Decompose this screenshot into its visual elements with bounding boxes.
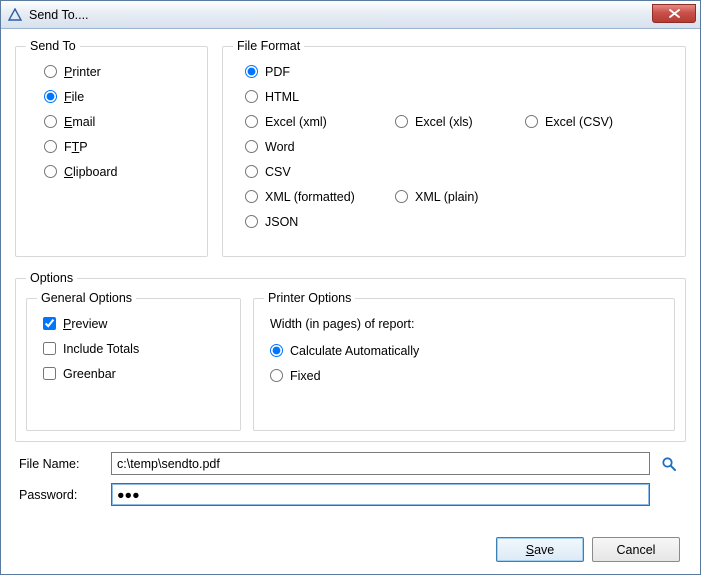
format-pdf[interactable]: PDF <box>245 65 395 79</box>
button-row: Save Cancel <box>15 533 686 562</box>
width-calc-auto[interactable]: Calculate Automatically <box>270 338 664 363</box>
browse-button[interactable] <box>656 453 682 475</box>
password-label: Password: <box>19 488 111 502</box>
width-fixed[interactable]: Fixed <box>270 363 664 388</box>
file-name-input[interactable] <box>111 452 650 475</box>
sendto-printer[interactable]: Printer <box>44 59 197 84</box>
format-json[interactable]: JSON <box>245 215 395 229</box>
close-icon <box>669 9 680 18</box>
format-excel-csv[interactable]: Excel (CSV) <box>525 115 675 129</box>
format-xml-formatted[interactable]: XML (formatted) <box>245 190 395 204</box>
option-preview[interactable]: Preview <box>43 311 230 336</box>
file-format-legend: File Format <box>233 39 304 53</box>
sendto-ftp-radio[interactable] <box>44 140 57 153</box>
sendto-file-radio[interactable] <box>44 90 57 103</box>
option-greenbar[interactable]: Greenbar <box>43 361 230 386</box>
dialog-content: Send To Printer File Email <box>1 29 700 574</box>
sendto-ftp[interactable]: FTP <box>44 134 197 159</box>
app-icon <box>7 7 23 23</box>
width-label: Width (in pages) of report: <box>270 311 664 336</box>
cancel-button[interactable]: Cancel <box>592 537 680 562</box>
file-name-row: File Name: <box>19 452 682 475</box>
format-html[interactable]: HTML <box>245 90 395 104</box>
send-to-dialog: Send To.... Send To Printer File <box>0 0 701 575</box>
options-group: Options General Options Preview Include … <box>15 271 686 442</box>
sendto-clipboard[interactable]: Clipboard <box>44 159 197 184</box>
search-icon <box>661 456 677 472</box>
file-name-label: File Name: <box>19 457 111 471</box>
titlebar: Send To.... <box>1 1 700 29</box>
sendto-file[interactable]: File <box>44 84 197 109</box>
save-button[interactable]: Save <box>496 537 584 562</box>
format-excel-xml[interactable]: Excel (xml) <box>245 115 395 129</box>
general-options-group: General Options Preview Include Totals <box>26 291 241 431</box>
window-title: Send To.... <box>29 8 89 22</box>
general-options-legend: General Options <box>37 291 136 305</box>
password-input[interactable] <box>111 483 650 506</box>
file-format-group: File Format PDF HTML <box>222 39 686 257</box>
sendto-email[interactable]: Email <box>44 109 197 134</box>
format-excel-xls[interactable]: Excel (xls) <box>395 115 525 129</box>
option-include-totals[interactable]: Include Totals <box>43 336 230 361</box>
format-csv[interactable]: CSV <box>245 165 395 179</box>
printer-options-group: Printer Options Width (in pages) of repo… <box>253 291 675 431</box>
sendto-email-radio[interactable] <box>44 115 57 128</box>
printer-options-legend: Printer Options <box>264 291 355 305</box>
options-legend: Options <box>26 271 77 285</box>
send-to-legend: Send To <box>26 39 80 53</box>
format-xml-plain[interactable]: XML (plain) <box>395 190 545 204</box>
sendto-printer-radio[interactable] <box>44 65 57 78</box>
send-to-group: Send To Printer File Email <box>15 39 208 257</box>
format-word[interactable]: Word <box>245 140 395 154</box>
sendto-clipboard-radio[interactable] <box>44 165 57 178</box>
close-button[interactable] <box>652 4 696 23</box>
password-row: Password: <box>19 483 682 506</box>
